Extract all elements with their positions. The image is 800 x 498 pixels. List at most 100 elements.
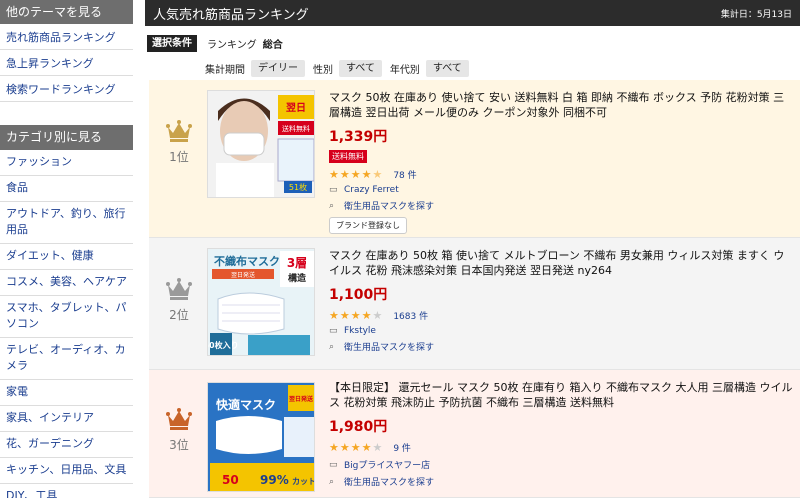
product-price: 1,980円 <box>329 419 388 435</box>
sidebar-item-furniture[interactable]: 家具、インテリア <box>0 406 133 432</box>
sidebar-item-bestseller[interactable]: 売れ筋商品ランキング <box>0 24 133 50</box>
sidebar-item-cosmetics[interactable]: コスメ、美容、ヘアケア <box>0 270 133 296</box>
categories-list: ファッション 食品 アウトドア、釣り、旅行用品 ダイエット、健康 コスメ、美容、… <box>0 150 133 498</box>
product-image[interactable]: 翌日 送料無料 51枚 <box>207 90 315 198</box>
thumb-text: 50枚入り <box>208 340 239 350</box>
thumb-text: 送料無料 <box>282 124 310 133</box>
rank-label: 3位 <box>169 438 189 452</box>
category-search-link[interactable]: 衛生用品マスクを探す <box>344 475 434 488</box>
thumb-text: 51枚 <box>289 182 307 192</box>
sidebar: 他のテーマを見る 売れ筋商品ランキング 急上昇ランキング 検索ワードランキング … <box>0 0 133 498</box>
product-image[interactable]: 不織布マスク 3層 構造 翌日発送 50枚入り <box>207 248 315 356</box>
rating-row: ★★★★★ 9 件 <box>329 441 794 454</box>
rank-badge: 2位 <box>159 278 199 323</box>
conditions-label: 選択条件 <box>147 34 197 52</box>
rank-badge: 3位 <box>159 408 199 453</box>
aggregation-date: 集計日：5月13日 <box>720 9 792 20</box>
themes-header: 他のテーマを見る <box>0 0 133 24</box>
page-title: 人気売れ筋商品ランキング <box>153 7 309 23</box>
store-row: ▭ Crazy Ferret <box>329 185 794 195</box>
store-link[interactable]: Bigプライスヤフー店 <box>344 458 430 471</box>
star-rating: ★★★★★ <box>329 168 384 181</box>
star-rating: ★★★★★ <box>329 309 384 322</box>
store-row: ▭ Bigプライスヤフー店 <box>329 458 794 472</box>
sidebar-item-tv[interactable]: テレビ、オーディオ、カメラ <box>0 338 133 380</box>
store-icon: ▭ <box>329 326 338 336</box>
rank-badge: 1位 <box>159 120 199 165</box>
title-bar: 人気売れ筋商品ランキング 集計日：5月13日 <box>145 0 800 26</box>
period-select[interactable]: デイリー <box>251 59 305 77</box>
search-icon: ⌕ <box>329 476 335 487</box>
sidebar-item-diet[interactable]: ダイエット、健康 <box>0 244 133 270</box>
category-search-link[interactable]: 衛生用品マスクを探す <box>344 199 434 212</box>
product-price: 1,339円 <box>329 129 388 145</box>
category-row: ⌕ 衛生用品マスクを探す <box>329 199 794 213</box>
sidebar-item-kitchen[interactable]: キッチン、日用品、文具 <box>0 458 133 484</box>
review-count[interactable]: 1683 件 <box>393 309 428 322</box>
rank-label: 1位 <box>169 150 189 164</box>
period-label: 集計期間 <box>205 64 245 76</box>
product-title[interactable]: マスク 50枚 在庫あり 使い捨て 安い 送料無料 白 箱 即納 不織布 ボック… <box>329 90 794 120</box>
ranking-condition: ランキング 総合 <box>207 36 283 51</box>
ranking-item: 3位 快適マスク 翌日発送 50 99% カット 【本日限定】 還元セール マス… <box>149 370 800 498</box>
product-title[interactable]: マスク 在庫あり 50枚 箱 使い捨て メルトブローン 不織布 男女兼用 ウィル… <box>329 248 794 278</box>
product-2-image: 不織布マスク 3層 構造 翌日発送 50枚入り <box>208 249 314 355</box>
ranking-item: 2位 不織布マスク 3層 構造 翌日発送 50枚入り マスク 在庫あり 50枚 … <box>149 238 800 370</box>
sidebar-item-smartphone[interactable]: スマホ、タブレット、パソコン <box>0 296 133 338</box>
rank-label: 2位 <box>169 308 189 322</box>
product-3-image: 快適マスク 翌日発送 50 99% カット <box>208 383 315 491</box>
review-count[interactable]: 78 件 <box>393 168 416 181</box>
product-title[interactable]: 【本日限定】 還元セール マスク 50枚 在庫有り 箱入り 不織布マスク 大人用… <box>329 380 794 410</box>
thumb-text: 不織布マスク <box>214 254 280 268</box>
crown-icon <box>166 278 192 300</box>
star-rating: ★★★★★ <box>329 441 384 454</box>
gender-select[interactable]: すべて <box>339 59 382 77</box>
free-shipping-badge: 送料無料 <box>329 150 367 163</box>
product-info: マスク 在庫あり 50枚 箱 使い捨て メルトブローン 不織布 男女兼用 ウィル… <box>329 248 794 353</box>
categories-header: カテゴリ別に見る <box>0 125 133 150</box>
main-content: 人気売れ筋商品ランキング 集計日：5月13日 選択条件 ランキング 総合 集計期間… <box>145 0 800 498</box>
search-icon: ⌕ <box>329 341 335 352</box>
product-price: 1,100円 <box>329 287 388 303</box>
thumb-text: カット <box>292 477 315 486</box>
product-info: マスク 50枚 在庫あり 使い捨て 安い 送料無料 白 箱 即納 不織布 ボック… <box>329 90 794 234</box>
review-count[interactable]: 9 件 <box>393 441 411 454</box>
sidebar-item-search-words[interactable]: 検索ワードランキング <box>0 76 133 102</box>
store-icon: ▭ <box>329 459 338 470</box>
ranking-value: 総合 <box>262 39 283 51</box>
sidebar-item-outdoor[interactable]: アウトドア、釣り、旅行用品 <box>0 202 133 244</box>
filter-row: 集計期間 デイリー 性別 すべて 年代別 すべて <box>145 57 800 79</box>
category-search-link[interactable]: 衛生用品マスクを探す <box>344 340 434 353</box>
ranking-label: ランキング <box>207 39 257 51</box>
conditions-row: 選択条件 ランキング 総合 <box>145 32 800 54</box>
search-icon: ⌕ <box>329 200 335 211</box>
product-1-image: 翌日 送料無料 51枚 <box>208 91 314 197</box>
store-row: ▭ Fkstyle <box>329 326 794 336</box>
sidebar-item-rising[interactable]: 急上昇ランキング <box>0 50 133 76</box>
product-image[interactable]: 快適マスク 翌日発送 50 99% カット <box>207 382 315 492</box>
store-icon: ▭ <box>329 185 338 195</box>
store-link[interactable]: Crazy Ferret <box>344 185 399 195</box>
sidebar-item-food[interactable]: 食品 <box>0 176 133 202</box>
gender-label: 性別 <box>313 64 333 76</box>
thumb-text: 構造 <box>288 272 307 284</box>
thumb-text: 翌日発送 <box>289 395 314 403</box>
sidebar-item-diy[interactable]: DIY、工具 <box>0 484 133 498</box>
age-label: 年代別 <box>389 64 420 76</box>
rating-row: ★★★★★ 78 件 <box>329 168 794 181</box>
rating-row: ★★★★★ 1683 件 <box>329 309 794 322</box>
sidebar-item-appliances[interactable]: 家電 <box>0 380 133 406</box>
age-select[interactable]: すべて <box>425 59 469 77</box>
thumb-text: 3層 <box>287 256 307 270</box>
crown-icon <box>166 120 192 142</box>
ranking-item: 1位 翌日 送料無料 51枚 マスク 50枚 在庫あり 使い捨て 安い 送料無料… <box>149 80 800 238</box>
crown-icon <box>166 408 192 430</box>
thumb-text: 99% <box>260 473 289 487</box>
thumb-text: 快適マスク <box>216 397 276 412</box>
category-row: ⌕ 衛生用品マスクを探す <box>329 475 794 489</box>
store-link[interactable]: Fkstyle <box>344 326 376 336</box>
sidebar-item-fashion[interactable]: ファッション <box>0 150 133 176</box>
category-row: ⌕ 衛生用品マスクを探す <box>329 340 794 354</box>
brand-button[interactable]: ブランド登録なし <box>329 217 407 234</box>
sidebar-item-garden[interactable]: 花、ガーデニング <box>0 432 133 458</box>
